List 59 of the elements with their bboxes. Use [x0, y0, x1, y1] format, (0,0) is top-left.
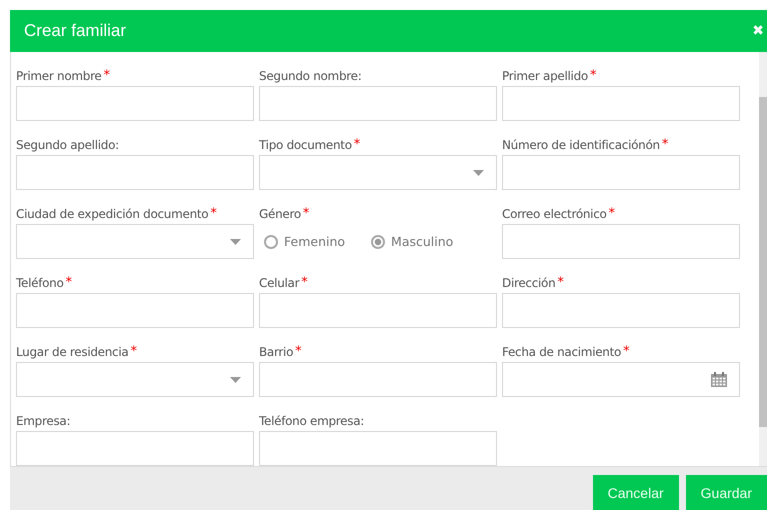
input-field[interactable] [502, 155, 740, 190]
field-label: Correo electrónico [502, 206, 607, 220]
save-button[interactable]: Guardar [686, 475, 767, 510]
field-label: Barrio [259, 344, 294, 358]
caret-icon [230, 238, 241, 244]
input-field[interactable] [259, 362, 497, 397]
required-mark: * [623, 344, 630, 359]
field-label: Teléfono [16, 276, 64, 290]
required-mark: * [66, 275, 72, 290]
required-mark: * [662, 137, 668, 152]
field-label: Género [259, 206, 301, 220]
required-mark: * [104, 68, 110, 83]
input-field[interactable] [502, 224, 740, 259]
input-field[interactable] [259, 431, 497, 466]
date-field[interactable] [502, 362, 740, 397]
field-label: Tipo documento [259, 138, 352, 152]
field-label: Segundo apellido: [16, 138, 119, 152]
radio-button[interactable] [264, 234, 278, 248]
field-label: Fecha de nacimiento [502, 344, 622, 358]
caret-icon [230, 376, 241, 382]
dialog-title: Crear familiar [24, 21, 126, 41]
dropdown-field[interactable] [16, 224, 254, 259]
field-label: Segundo nombre: [259, 68, 362, 82]
radio-label: Femenino [284, 234, 346, 249]
required-mark: * [301, 275, 308, 290]
close-icon[interactable]: ✖ [752, 23, 764, 39]
field-label: Número de identificaciónón [502, 138, 660, 152]
required-mark: * [557, 275, 564, 290]
required-mark: * [130, 344, 137, 359]
field-label: Empresa: [16, 414, 70, 428]
calendar-icon [711, 372, 727, 387]
input-field[interactable] [502, 86, 740, 121]
input-field[interactable] [16, 431, 254, 466]
cancel-button[interactable]: Cancelar [592, 475, 679, 510]
input-field[interactable] [259, 293, 497, 328]
required-mark: * [354, 137, 360, 152]
field-label: Lugar de residencia [16, 344, 128, 358]
field-label: Primer nombre [16, 68, 102, 82]
input-field[interactable] [259, 86, 497, 121]
input-field[interactable] [16, 293, 254, 328]
field-label: Primer apellido [502, 68, 588, 82]
required-mark: * [210, 206, 217, 221]
scrollbar[interactable] [759, 52, 767, 466]
radio-label: Masculino [391, 234, 454, 249]
dropdown-field[interactable] [259, 155, 497, 190]
input-field[interactable] [502, 293, 740, 328]
required-mark: * [302, 206, 310, 221]
field-label: Ciudad de expedición documento [16, 206, 208, 220]
input-field[interactable] [16, 86, 254, 121]
radio-button[interactable] [371, 234, 386, 248]
input-field[interactable] [16, 155, 254, 190]
required-mark: * [608, 206, 616, 221]
caret-icon [473, 170, 484, 176]
required-mark: * [295, 344, 302, 359]
field-label: Dirección [502, 276, 556, 290]
field-label: Teléfono empresa: [259, 414, 364, 428]
required-mark: * [590, 68, 596, 83]
dropdown-field[interactable] [16, 362, 254, 397]
field-label: Celular [259, 276, 300, 290]
